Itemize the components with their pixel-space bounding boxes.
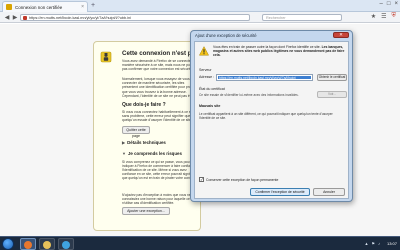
volume-icon[interactable]: ♪ [378,241,380,246]
dialog-intro: Vous êtes en train de passer outre la fa… [213,45,345,63]
certificate-status-text: Ce site essaie de s'identifier lui-même … [199,93,299,97]
server-section-label: Serveur [199,68,212,72]
tab-close-icon[interactable]: × [81,4,84,10]
forward-button[interactable]: ▶ [11,14,19,21]
insecure-lock-icon[interactable] [23,15,27,20]
url-bar[interactable]: https://en.mutts.net/lbcdn.kasl.mn/yl/yo… [20,14,250,21]
address-label: Adresse : [199,75,215,79]
wrong-site-heading: Mauvais site [199,104,221,108]
error-description: Vous avez demandé à Firefox de se connec… [122,59,200,72]
browser-tab[interactable]: Connexion non certifiée × [2,1,88,12]
url-text[interactable]: https://en.mutts.net/lbcdn.kasl.mn/yl/yo… [29,16,131,20]
start-button[interactable] [2,238,14,250]
understand-risks-toggle[interactable]: ▼ Je comprends les risques [122,151,182,156]
menu-icon[interactable]: ☰ [381,13,386,20]
addon-shield-icon[interactable]: ⛨ [391,13,396,20]
taskbar-app-firefox[interactable] [20,238,36,250]
error-container: Cette connexion n'est pas certifiée Vous… [93,41,224,231]
new-tab-button[interactable]: + [91,2,95,10]
tab-title: Connexion non certifiée [15,4,63,10]
warning-favicon-icon [6,4,12,10]
address-value[interactable]: https://en.mutts.net/lbcdn.kasl.mn/yl/yo… [218,76,311,79]
view-certificate-button[interactable]: Voir... [317,91,347,98]
tab-bar: Connexion non certifiée × + – □ × [0,0,400,12]
show-hidden-icons-icon[interactable]: ▲ [364,241,368,246]
minimize-button[interactable]: – [380,1,383,7]
system-tray: ▲ ⚑ ♪ [364,241,380,246]
warning-triangle-icon [199,46,209,56]
folder-icon [43,241,51,249]
taskbar-app-media[interactable] [58,238,74,250]
dialog-body: Vous êtes en train de passer outre la fa… [194,41,349,199]
expand-arrow-icon: ▶ [122,140,126,145]
firefox-icon [24,241,32,249]
understand-risks-label: Je comprends les risques [127,151,182,156]
what-to-do-heading: Que dois-je faire ? [122,102,166,108]
policeman-warning-icon [100,51,112,63]
certificate-status-label: État du certificat [199,87,225,91]
close-window-button[interactable]: × [394,1,398,7]
collapse-arrow-icon: ▼ [122,151,126,156]
taskbar: ▲ ⚑ ♪ 13:07 [0,236,400,250]
security-exception-dialog: Ajout d'une exception de sécurité ✕ Vous… [190,30,353,202]
search-input[interactable]: Rechercher [262,14,342,21]
action-center-flag-icon[interactable]: ⚑ [371,241,375,246]
confirm-exception-button[interactable]: Confirmer l'exception de sécurité [250,188,310,196]
permanent-exception-row[interactable]: ✓ Conserver cette exception de façon per… [199,177,278,182]
clock[interactable]: 13:07 [387,241,397,246]
cancel-button[interactable]: Annuler [313,188,345,196]
dialog-close-button[interactable]: ✕ [333,32,349,38]
back-button[interactable]: ◀ [3,14,11,21]
navigation-bar: ◀ ▶ https://en.mutts.net/lbcdn.kasl.mn/y… [0,12,400,23]
address-field[interactable]: https://en.mutts.net/lbcdn.kasl.mn/yl/yo… [216,74,313,81]
technical-details-toggle[interactable]: ▶ Détails techniques [122,140,166,145]
toolbar-icons: ★ ☰ ⛨ [371,13,396,20]
permanent-exception-label[interactable]: Conserver cette exception de façon perma… [206,178,278,182]
taskbar-app-explorer[interactable] [39,238,55,250]
permanent-exception-checkbox[interactable]: ✓ [199,177,204,182]
error-explanation: Normalement, lorsque vous essayez de vou… [122,77,197,98]
dialog-title: Ajout d'une exception de sécurité [195,33,257,38]
add-exception-button[interactable]: Ajouter une exception... [122,207,170,215]
get-out-button[interactable]: Quitter cette page [122,126,150,138]
media-player-icon [62,241,70,249]
wrong-site-text: Le certificat appartient à un site diffé… [199,112,333,120]
get-certificate-button[interactable]: Obtenir le certificat [317,74,347,81]
technical-details-label: Détails techniques [127,140,166,145]
window-controls: – □ × [380,1,398,7]
bookmark-star-icon[interactable]: ★ [371,13,376,20]
maximize-button[interactable]: □ [387,1,391,7]
exception-advice-text: N'ajoutez pas d'exception à moins que vo… [122,193,196,204]
risks-text: Si vous comprenez ce qui se passe, vous … [122,160,200,181]
what-to-do-text: Si vous vous connectez habituellement à … [122,110,195,122]
